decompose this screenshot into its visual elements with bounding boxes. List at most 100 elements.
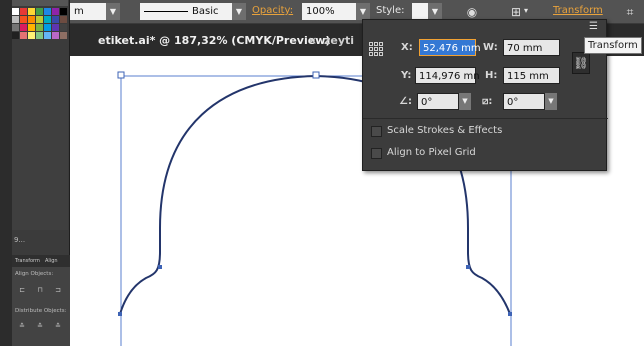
w-field[interactable]: 70 mm [503, 39, 560, 56]
color-swatch[interactable] [60, 24, 67, 31]
opacity-field[interactable]: 100% [302, 3, 356, 20]
color-swatch[interactable] [28, 32, 35, 39]
transform-tooltip: Transform [584, 37, 642, 54]
anchor-right[interactable] [466, 265, 470, 269]
color-swatch[interactable] [28, 24, 35, 31]
panel-divider [363, 118, 608, 119]
shear-dropdown[interactable]: ▼ [545, 93, 557, 110]
tab-transform[interactable]: Transform [15, 258, 40, 264]
stroke-profile-dropdown[interactable]: ▼ [232, 3, 246, 20]
constrain-proportions-icon[interactable]: ⛓ [572, 52, 590, 74]
dock-collapse-strip[interactable] [0, 0, 12, 346]
close-tab-icon[interactable]: × [308, 30, 317, 52]
color-swatch[interactable] [20, 32, 27, 39]
color-swatch[interactable] [12, 24, 19, 31]
color-swatch[interactable] [52, 16, 59, 23]
stroke-profile-label: Basic [192, 6, 219, 17]
style-dropdown[interactable]: ▼ [428, 3, 442, 20]
document-tab-active[interactable]: etiket.ai* @ 187,32% (CMYK/Preview) [98, 30, 330, 52]
rotate-field[interactable]: 0° [417, 93, 459, 110]
distribute-bottom-icon[interactable]: ≛ [54, 322, 62, 330]
align-right-icon[interactable]: ⊐ [54, 286, 62, 294]
color-swatch[interactable] [44, 8, 51, 15]
color-swatch[interactable] [60, 32, 67, 39]
reference-point-dot[interactable] [374, 52, 378, 56]
x-label: X: [401, 42, 413, 53]
opacity-link[interactable]: Opacity: [252, 5, 293, 16]
color-swatch[interactable] [12, 16, 19, 23]
align-left-icon[interactable]: ⊏ [18, 286, 26, 294]
align-center-icon[interactable]: ⊓ [36, 286, 44, 294]
transform-link[interactable]: Transform [553, 5, 603, 16]
color-swatch[interactable] [52, 32, 59, 39]
color-swatch[interactable] [36, 32, 43, 39]
align-pixel-checkbox[interactable] [371, 148, 382, 159]
color-swatch[interactable] [20, 24, 27, 31]
color-swatch[interactable] [20, 8, 27, 15]
reference-point-dot[interactable] [379, 52, 383, 56]
distribute-objects-label: Distribute Objects: [15, 308, 67, 314]
color-swatch[interactable] [44, 32, 51, 39]
align-grid-icon[interactable]: ⊞ [508, 4, 524, 20]
unit-dropdown[interactable]: ▼ [106, 3, 120, 20]
scale-strokes-checkbox[interactable] [371, 126, 382, 137]
color-swatch[interactable] [36, 24, 43, 31]
rotate-dropdown[interactable]: ▼ [459, 93, 471, 110]
align-objects-label: Align Objects: [15, 271, 54, 277]
reference-point-dot[interactable] [369, 42, 373, 46]
distribute-top-icon[interactable]: ≛ [18, 322, 26, 330]
document-tab-2[interactable]: zeyti [324, 30, 354, 52]
reference-point-dot[interactable] [374, 42, 378, 46]
globe-icon[interactable]: ◉ [464, 4, 480, 20]
reference-point-dot[interactable] [369, 52, 373, 56]
anchor-left[interactable] [158, 265, 162, 269]
color-swatch[interactable] [36, 8, 43, 15]
y-field[interactable]: 114,976 mn [415, 67, 480, 84]
h-field[interactable]: 115 mm [503, 67, 560, 84]
w-label: W: [483, 42, 498, 53]
opacity-dropdown[interactable]: ▼ [356, 3, 370, 20]
constrain-icon[interactable]: ⌗ [622, 4, 638, 20]
color-swatch[interactable] [20, 16, 27, 23]
x-field[interactable]: 52,476 mm [419, 39, 481, 56]
illustrator-window: 9... Transform Align Align Objects: ⊏ ⊓ … [0, 0, 644, 346]
handle-top-left[interactable] [117, 71, 125, 79]
shear-icon: ⧄: [482, 96, 493, 107]
color-swatch[interactable] [60, 16, 67, 23]
reference-point-dot[interactable] [379, 47, 383, 51]
transform-panel: ☰ X: 52,476 mm W: 70 mm ⛓ Y: 114,976 mn … [362, 19, 608, 171]
anchor-bottom-left[interactable] [118, 312, 122, 316]
stroke-profile-field[interactable]: Basic [140, 3, 232, 20]
color-swatch[interactable] [12, 8, 19, 15]
color-swatch[interactable] [12, 32, 19, 39]
stroke-line-preview [144, 10, 188, 12]
color-swatch[interactable] [52, 24, 59, 31]
color-swatch[interactable] [36, 16, 43, 23]
reference-point-icon[interactable] [369, 42, 383, 56]
distribute-middle-icon[interactable]: ≛ [36, 322, 44, 330]
swatches-panel-body [12, 70, 68, 230]
color-swatch[interactable] [44, 24, 51, 31]
align-pixel-label: Align to Pixel Grid [387, 147, 476, 158]
shear-field[interactable]: 0° [503, 93, 545, 110]
handle-top-middle[interactable] [312, 71, 320, 79]
color-swatch[interactable] [60, 8, 67, 15]
unit-field[interactable]: m [70, 3, 106, 20]
reference-point-dot[interactable] [379, 42, 383, 46]
panel-menu-icon[interactable]: ☰ [589, 21, 598, 32]
color-swatch[interactable] [52, 8, 59, 15]
reference-point-dot[interactable] [369, 47, 373, 51]
align-grid-dropdown-icon[interactable]: ▾ [524, 6, 528, 15]
tab-align[interactable]: Align [45, 258, 58, 264]
anchor-bottom-right[interactable] [508, 312, 512, 316]
color-swatch[interactable] [28, 8, 35, 15]
reference-point-dot[interactable] [374, 47, 378, 51]
color-swatch[interactable] [44, 16, 51, 23]
panel-misc-text: 9... [14, 236, 26, 244]
color-swatch[interactable] [28, 16, 35, 23]
swatches-grid[interactable] [12, 6, 68, 66]
style-swatch[interactable] [412, 3, 428, 20]
style-label: Style: [376, 5, 405, 16]
y-label: Y: [401, 70, 412, 81]
align-panel: Transform Align Align Objects: ⊏ ⊓ ⊐ Dis… [12, 255, 70, 346]
